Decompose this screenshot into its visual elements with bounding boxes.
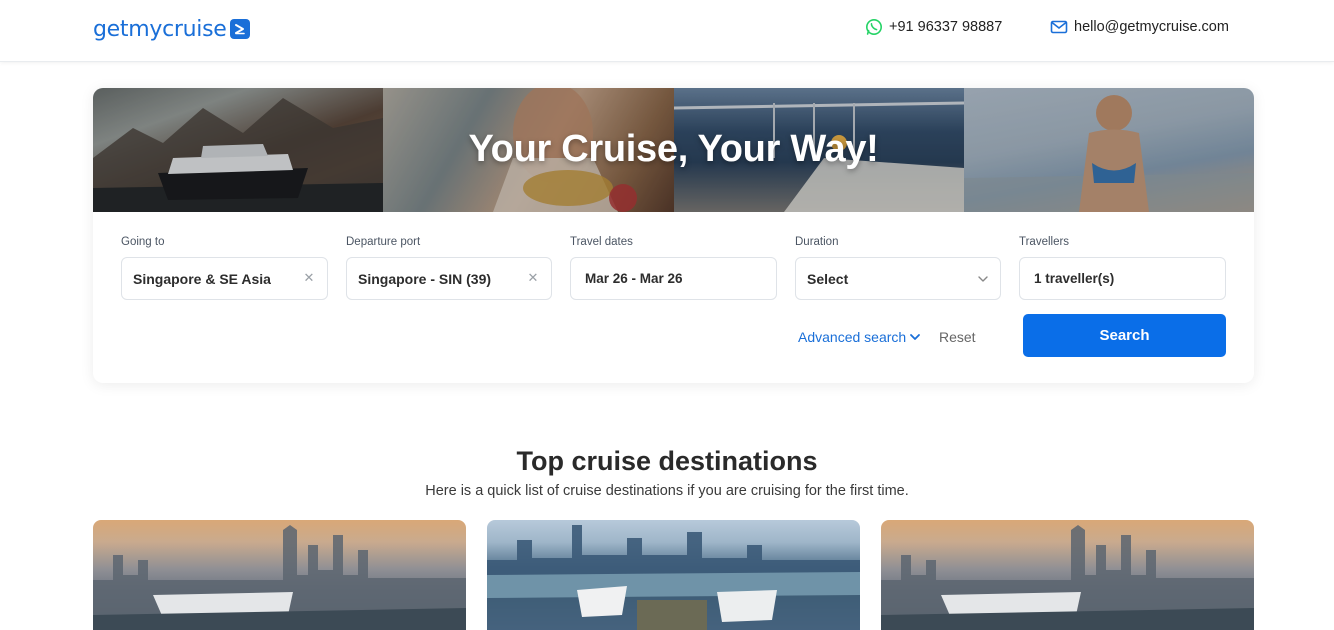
travel-dates-field: Travel dates Mar 26 - Mar 26	[570, 236, 777, 300]
destination-image	[881, 525, 1254, 630]
advanced-search-label: Advanced search	[798, 329, 907, 345]
destination-card[interactable]	[487, 520, 860, 630]
departure-port-input[interactable]: Singapore - SIN (39) ✕	[346, 257, 552, 300]
duration-value: Select	[807, 270, 849, 287]
duration-select[interactable]: Select	[795, 257, 1001, 300]
hero-banner: Your Cruise, Your Way!	[93, 88, 1254, 212]
logo-text: getmycruise	[93, 16, 227, 42]
departure-port-value: Singapore - SIN (39)	[358, 270, 492, 287]
logo-arrow-icon	[230, 19, 251, 39]
phone-number: +91 96337 98887	[889, 19, 1003, 35]
destination-card[interactable]	[881, 520, 1254, 630]
search-button[interactable]: Search	[1023, 314, 1226, 357]
going-to-input[interactable]: Singapore & SE Asia ✕	[121, 257, 328, 300]
envelope-icon	[1050, 20, 1068, 34]
destinations-subtitle: Here is a quick list of cruise destinati…	[425, 483, 909, 499]
email-address: hello@getmycruise.com	[1074, 19, 1229, 35]
going-to-field: Going to Singapore & SE Asia ✕	[121, 236, 328, 300]
departure-port-field: Departure port Singapore - SIN (39) ✕	[346, 236, 552, 300]
destinations-title: Top cruise destinations	[516, 446, 818, 476]
travel-dates-input[interactable]: Mar 26 - Mar 26	[570, 257, 777, 300]
travel-dates-value: Mar 26 - Mar 26	[585, 271, 683, 286]
destination-image	[93, 525, 466, 630]
hero-title: Your Cruise, Your Way!	[468, 128, 879, 170]
going-to-label: Going to	[121, 236, 165, 248]
site-logo[interactable]: getmycruise	[93, 15, 251, 43]
destination-card[interactable]	[93, 520, 466, 630]
search-card: Your Cruise, Your Way! Going to Singapor…	[93, 88, 1254, 383]
duration-label: Duration	[795, 236, 839, 248]
travel-dates-label: Travel dates	[570, 236, 633, 248]
advanced-search-link[interactable]: Advanced search	[798, 329, 921, 345]
going-to-value: Singapore & SE Asia	[133, 270, 271, 287]
site-header: getmycruise +91 96337 98887 hello@getmyc…	[0, 0, 1334, 62]
reset-button[interactable]: Reset	[939, 329, 976, 345]
email-contact[interactable]: hello@getmycruise.com	[1050, 18, 1229, 36]
phone-contact[interactable]: +91 96337 98887	[865, 18, 1002, 36]
duration-field: Duration Select	[795, 236, 1001, 300]
chevron-down-icon	[910, 334, 921, 340]
whatsapp-icon	[866, 19, 882, 35]
clear-icon[interactable]: ✕	[526, 271, 540, 285]
travellers-field: Travellers 1 traveller(s)	[1019, 236, 1226, 300]
chevron-down-icon	[978, 276, 988, 282]
travellers-value: 1 traveller(s)	[1034, 271, 1115, 286]
travellers-input[interactable]: 1 traveller(s)	[1019, 257, 1226, 300]
travellers-label: Travellers	[1019, 236, 1070, 248]
clear-icon[interactable]: ✕	[302, 271, 316, 285]
destination-image	[487, 525, 860, 630]
departure-port-label: Departure port	[346, 236, 421, 248]
